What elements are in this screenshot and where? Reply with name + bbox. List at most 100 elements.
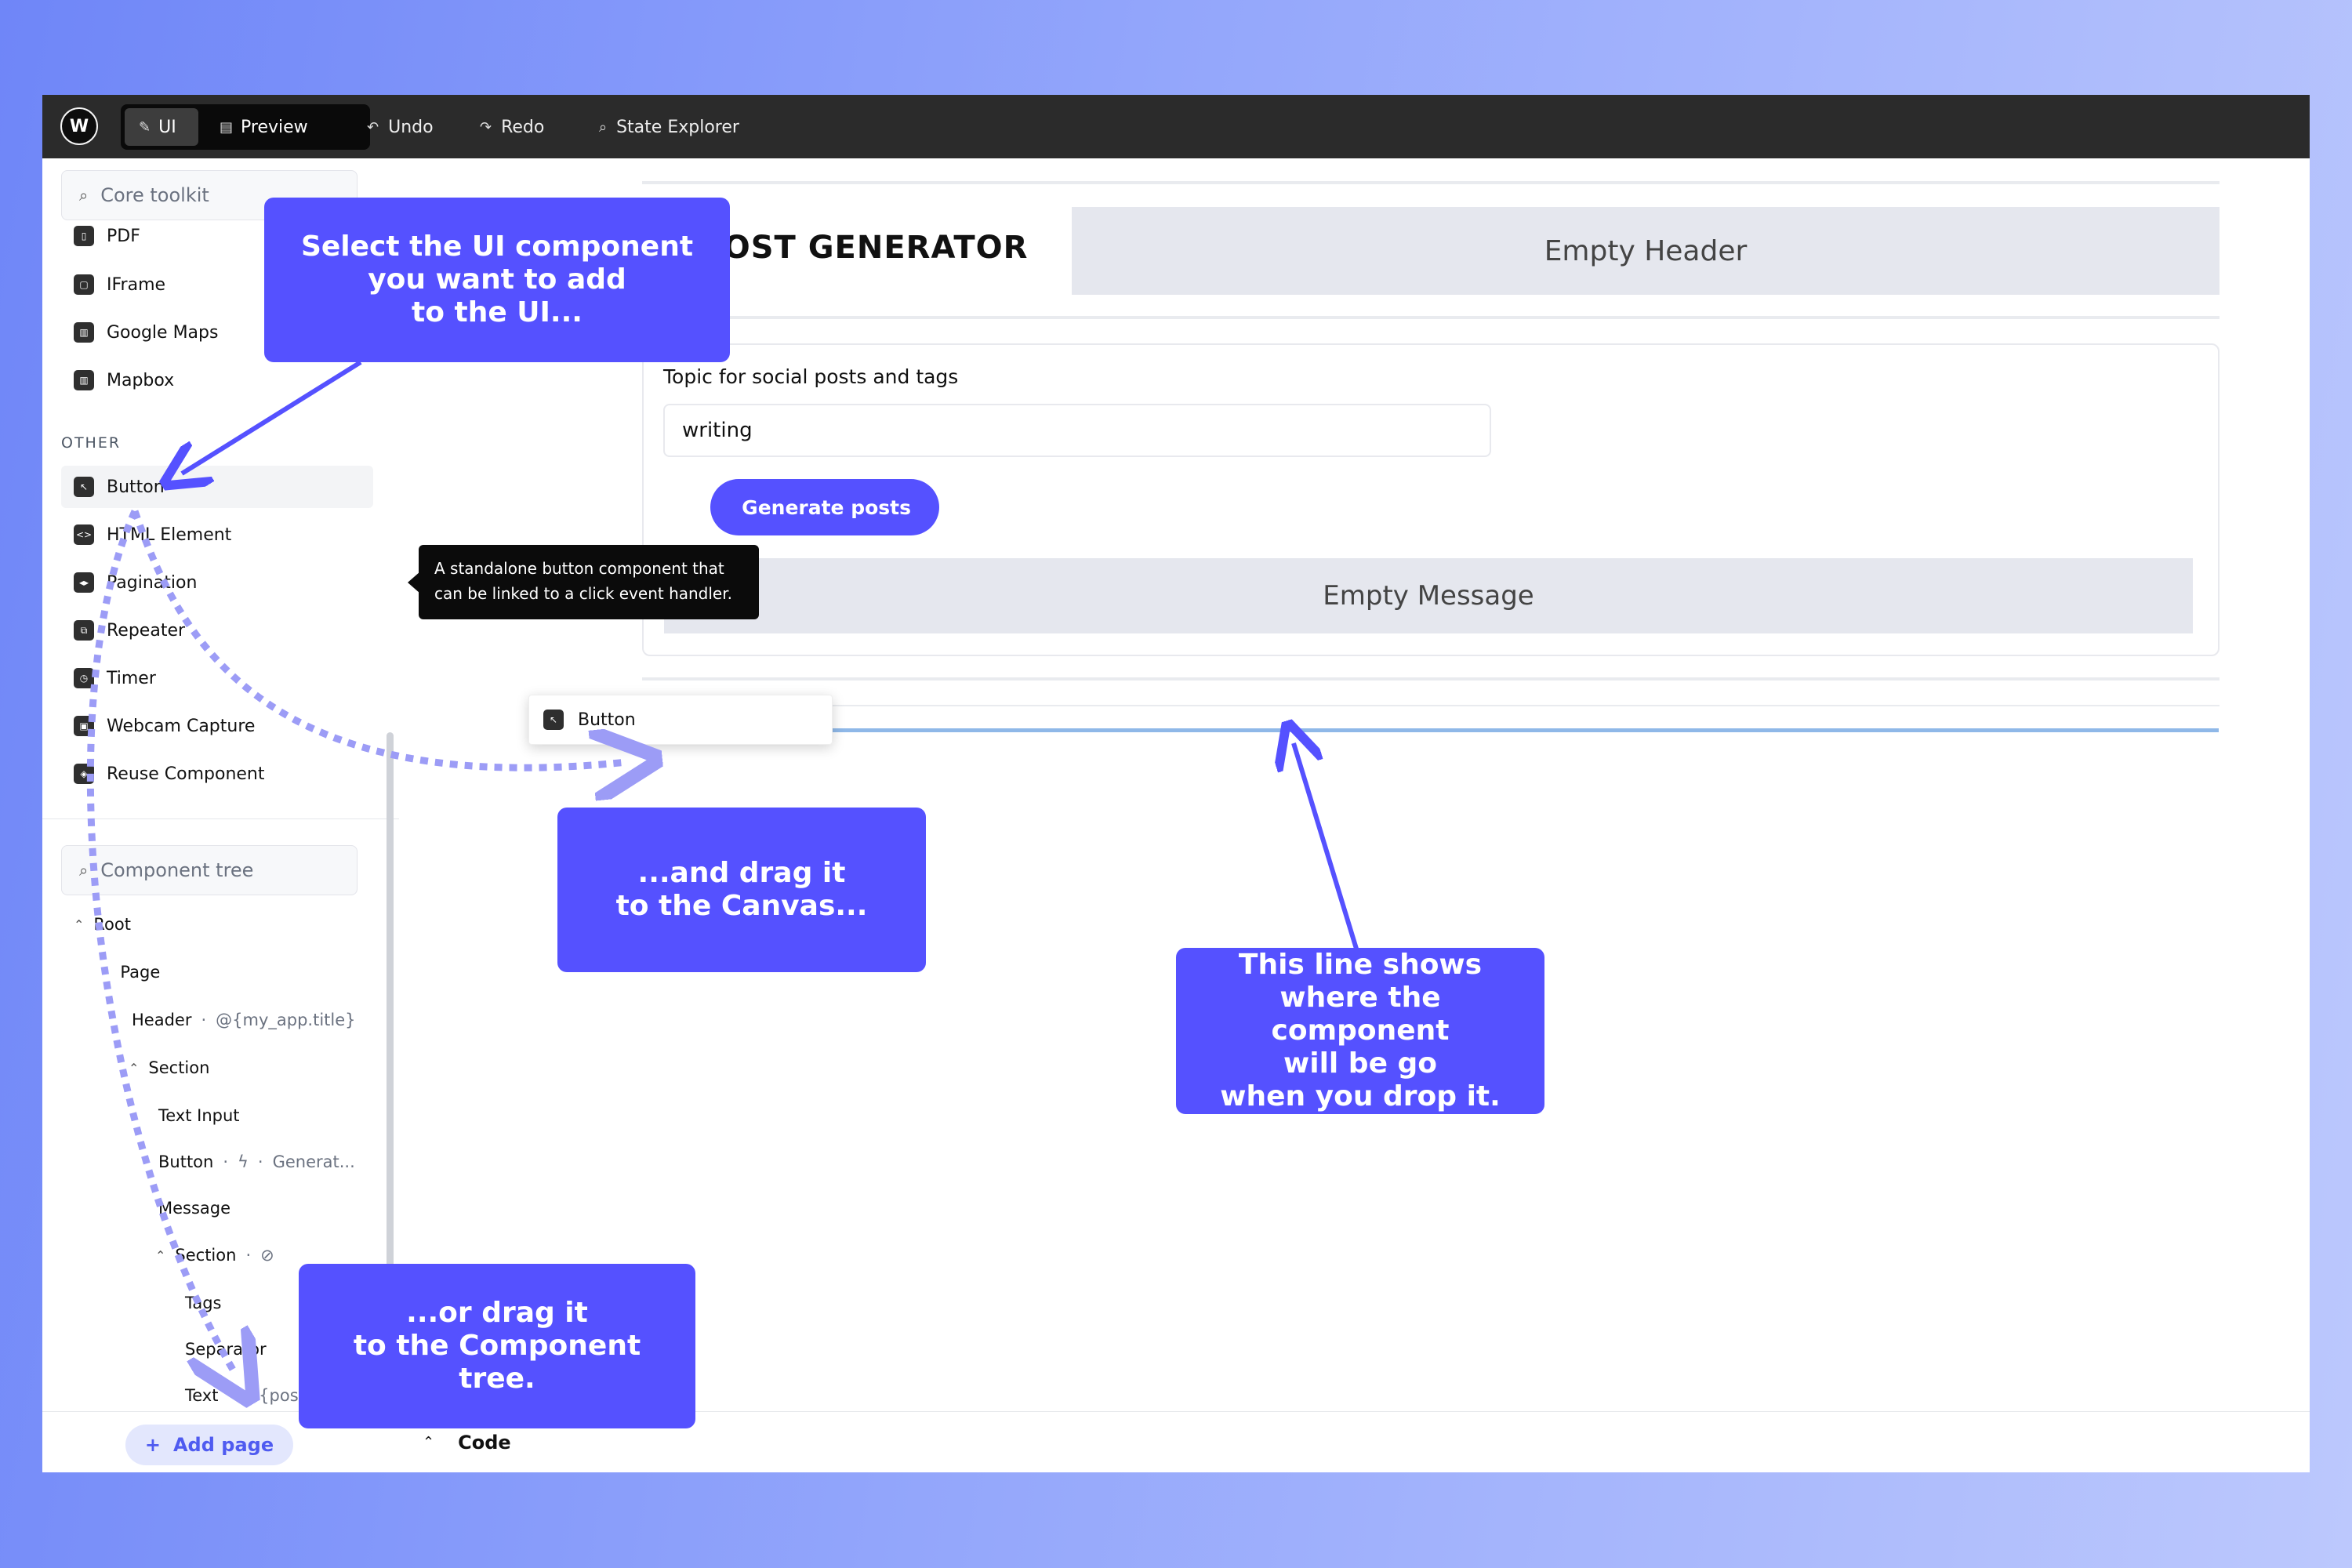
lightning-icon: ϟ <box>238 1152 249 1171</box>
toolkit-item-repeater[interactable]: ⧉ Repeater <box>61 609 373 652</box>
cursor-click-icon: ↖ <box>543 710 564 730</box>
generate-posts-button[interactable]: Generate posts <box>710 479 939 535</box>
tree-node-header[interactable]: Header · @{my_app.title} <box>132 1011 356 1029</box>
tree-node-root[interactable]: ⌃ Root <box>74 915 131 934</box>
tree-node-separator: · <box>257 1152 263 1171</box>
tree-node-label: Text <box>185 1386 219 1405</box>
ui-mode-button[interactable]: ✎ UI <box>125 108 198 146</box>
preview-mode-label: Preview <box>241 117 308 137</box>
iframe-icon: ▢ <box>74 274 94 295</box>
state-explorer-label: State Explorer <box>616 117 739 137</box>
drop-indicator-line <box>826 728 2219 732</box>
tree-node-section-hidden[interactable]: ⌃ Section · ⊘ <box>155 1246 274 1265</box>
section-divider <box>642 677 2220 681</box>
camera-icon: ▣ <box>74 716 94 736</box>
code-label: Code <box>458 1431 511 1454</box>
topic-input[interactable]: writing <box>663 404 1491 457</box>
chevron-up-icon[interactable]: ⌃ <box>129 1061 139 1076</box>
undo-button[interactable]: ↶ Undo <box>367 104 434 150</box>
empty-header-placeholder[interactable]: Empty Header <box>1072 207 2220 295</box>
toolkit-item-label: Reuse Component <box>107 764 265 784</box>
topic-field-label: Topic for social posts and tags <box>663 365 959 388</box>
drag-ghost: ↖ Button <box>528 695 833 745</box>
add-page-button[interactable]: + Add page <box>125 1425 293 1465</box>
tree-node-page[interactable]: ⌃ Page <box>100 963 160 982</box>
map-icon: ▥ <box>74 370 94 390</box>
tree-node-separator: · <box>201 1011 207 1029</box>
repeat-icon: ⧉ <box>74 620 94 641</box>
toolkit-item-timer[interactable]: ◷ Timer <box>61 657 373 699</box>
component-icon: ◈ <box>74 764 94 784</box>
map-icon: ▥ <box>74 322 94 343</box>
add-page-label: Add page <box>172 1434 274 1456</box>
tree-node-label: Tags <box>185 1294 222 1312</box>
html-icon: <> <box>74 524 94 545</box>
tree-node-label: Header <box>132 1011 192 1029</box>
tree-node-text-input[interactable]: Text Input <box>158 1106 240 1125</box>
empty-message-placeholder[interactable]: Empty Message <box>664 558 2193 633</box>
chevron-up-icon[interactable]: ⌃ <box>423 1434 434 1450</box>
chevron-up-icon[interactable]: ⌃ <box>155 1248 165 1263</box>
preview-mode-button[interactable]: ▤ Preview <box>205 108 362 146</box>
tree-node-section[interactable]: ⌃ Section <box>129 1058 209 1077</box>
toolkit-item-mapbox[interactable]: ▥ Mapbox <box>61 359 373 401</box>
drag-ghost-label: Button <box>578 710 636 730</box>
tree-node-handler: Generat... <box>272 1152 355 1171</box>
ui-mode-label: UI <box>158 117 176 137</box>
redo-label: Redo <box>501 117 545 137</box>
canvas-top-divider <box>642 181 2220 184</box>
toolkit-item-label: Timer <box>107 668 156 688</box>
pagination-icon: ◂▸ <box>74 572 94 593</box>
plus-icon: + <box>144 1434 161 1456</box>
tree-node-binding: @{my_app.title} <box>216 1011 356 1029</box>
tree-node-label: Button <box>158 1152 214 1171</box>
tree-node-label: Section <box>175 1246 237 1265</box>
toolkit-item-button[interactable]: ↖ Button <box>61 466 373 508</box>
toolkit-item-label: Pagination <box>107 572 198 593</box>
toolkit-item-label: IFrame <box>107 274 166 295</box>
state-explorer-button[interactable]: ⌕ State Explorer <box>599 104 739 150</box>
toolkit-item-pagination[interactable]: ◂▸ Pagination <box>61 561 373 604</box>
pencil-icon: ✎ <box>139 118 151 136</box>
tree-node-message[interactable]: Message <box>158 1199 230 1218</box>
tree-node-text[interactable]: Text · @{post <box>185 1386 305 1405</box>
toolkit-item-webcam-capture[interactable]: ▣ Webcam Capture <box>61 705 373 747</box>
component-tree-search-input[interactable]: ⌕ Component tree <box>61 845 358 895</box>
clock-icon: ◷ <box>74 668 94 688</box>
cursor-click-icon: ↖ <box>74 477 94 497</box>
callout-drop-line: This line shows where the component will… <box>1176 948 1544 1114</box>
tree-node-binding: @{post <box>242 1386 305 1405</box>
chevron-up-icon[interactable]: ⌃ <box>74 917 84 932</box>
tooltip-line: can be linked to a click event handler. <box>434 584 732 603</box>
callout-line: when you drop it. <box>1220 1080 1501 1112</box>
tree-node-label: Message <box>158 1199 231 1218</box>
app-logo[interactable]: W <box>60 107 98 145</box>
callout-line: to the UI... <box>412 296 583 328</box>
sidebar-divider <box>42 818 399 819</box>
toolkit-item-label: Mapbox <box>107 370 175 390</box>
toolkit-item-label: Google Maps <box>107 322 219 343</box>
sidebar-scrollbar[interactable] <box>387 732 394 1328</box>
toolkit-item-html-element[interactable]: <> HTML Element <box>61 514 373 556</box>
callout-line: Select the UI component <box>300 230 694 263</box>
tooltip-line: A standalone button component that <box>434 559 724 578</box>
redo-icon: ↷ <box>480 118 492 136</box>
tree-node-label: Separator <box>185 1340 267 1359</box>
toolkit-item-label: Repeater <box>107 620 186 641</box>
callout-line: ...and drag it <box>637 857 846 889</box>
top-toolbar: W ✎ UI ▤ Preview ↶ Undo ↷ Redo ⌕ State E… <box>42 95 2310 158</box>
toolkit-item-label: PDF <box>107 226 140 246</box>
undo-label: Undo <box>388 117 434 137</box>
tree-node-tags[interactable]: Tags <box>185 1294 222 1312</box>
undo-icon: ↶ <box>367 118 379 136</box>
redo-button[interactable]: ↷ Redo <box>480 104 544 150</box>
callout-line: will be go <box>1283 1047 1438 1080</box>
mode-toggle: ✎ UI ▤ Preview <box>121 104 370 150</box>
toolkit-item-reuse-component[interactable]: ◈ Reuse Component <box>61 753 373 795</box>
chevron-up-icon[interactable]: ⌃ <box>100 965 111 980</box>
callout-drag-to-canvas: ...and drag it to the Canvas... <box>557 808 926 972</box>
tree-node-separator[interactable]: Separator <box>185 1340 267 1359</box>
tree-node-separator: · <box>223 1152 229 1171</box>
search-icon: ⌕ <box>79 861 89 880</box>
tree-node-button[interactable]: Button · ϟ · Generat... <box>158 1152 355 1171</box>
